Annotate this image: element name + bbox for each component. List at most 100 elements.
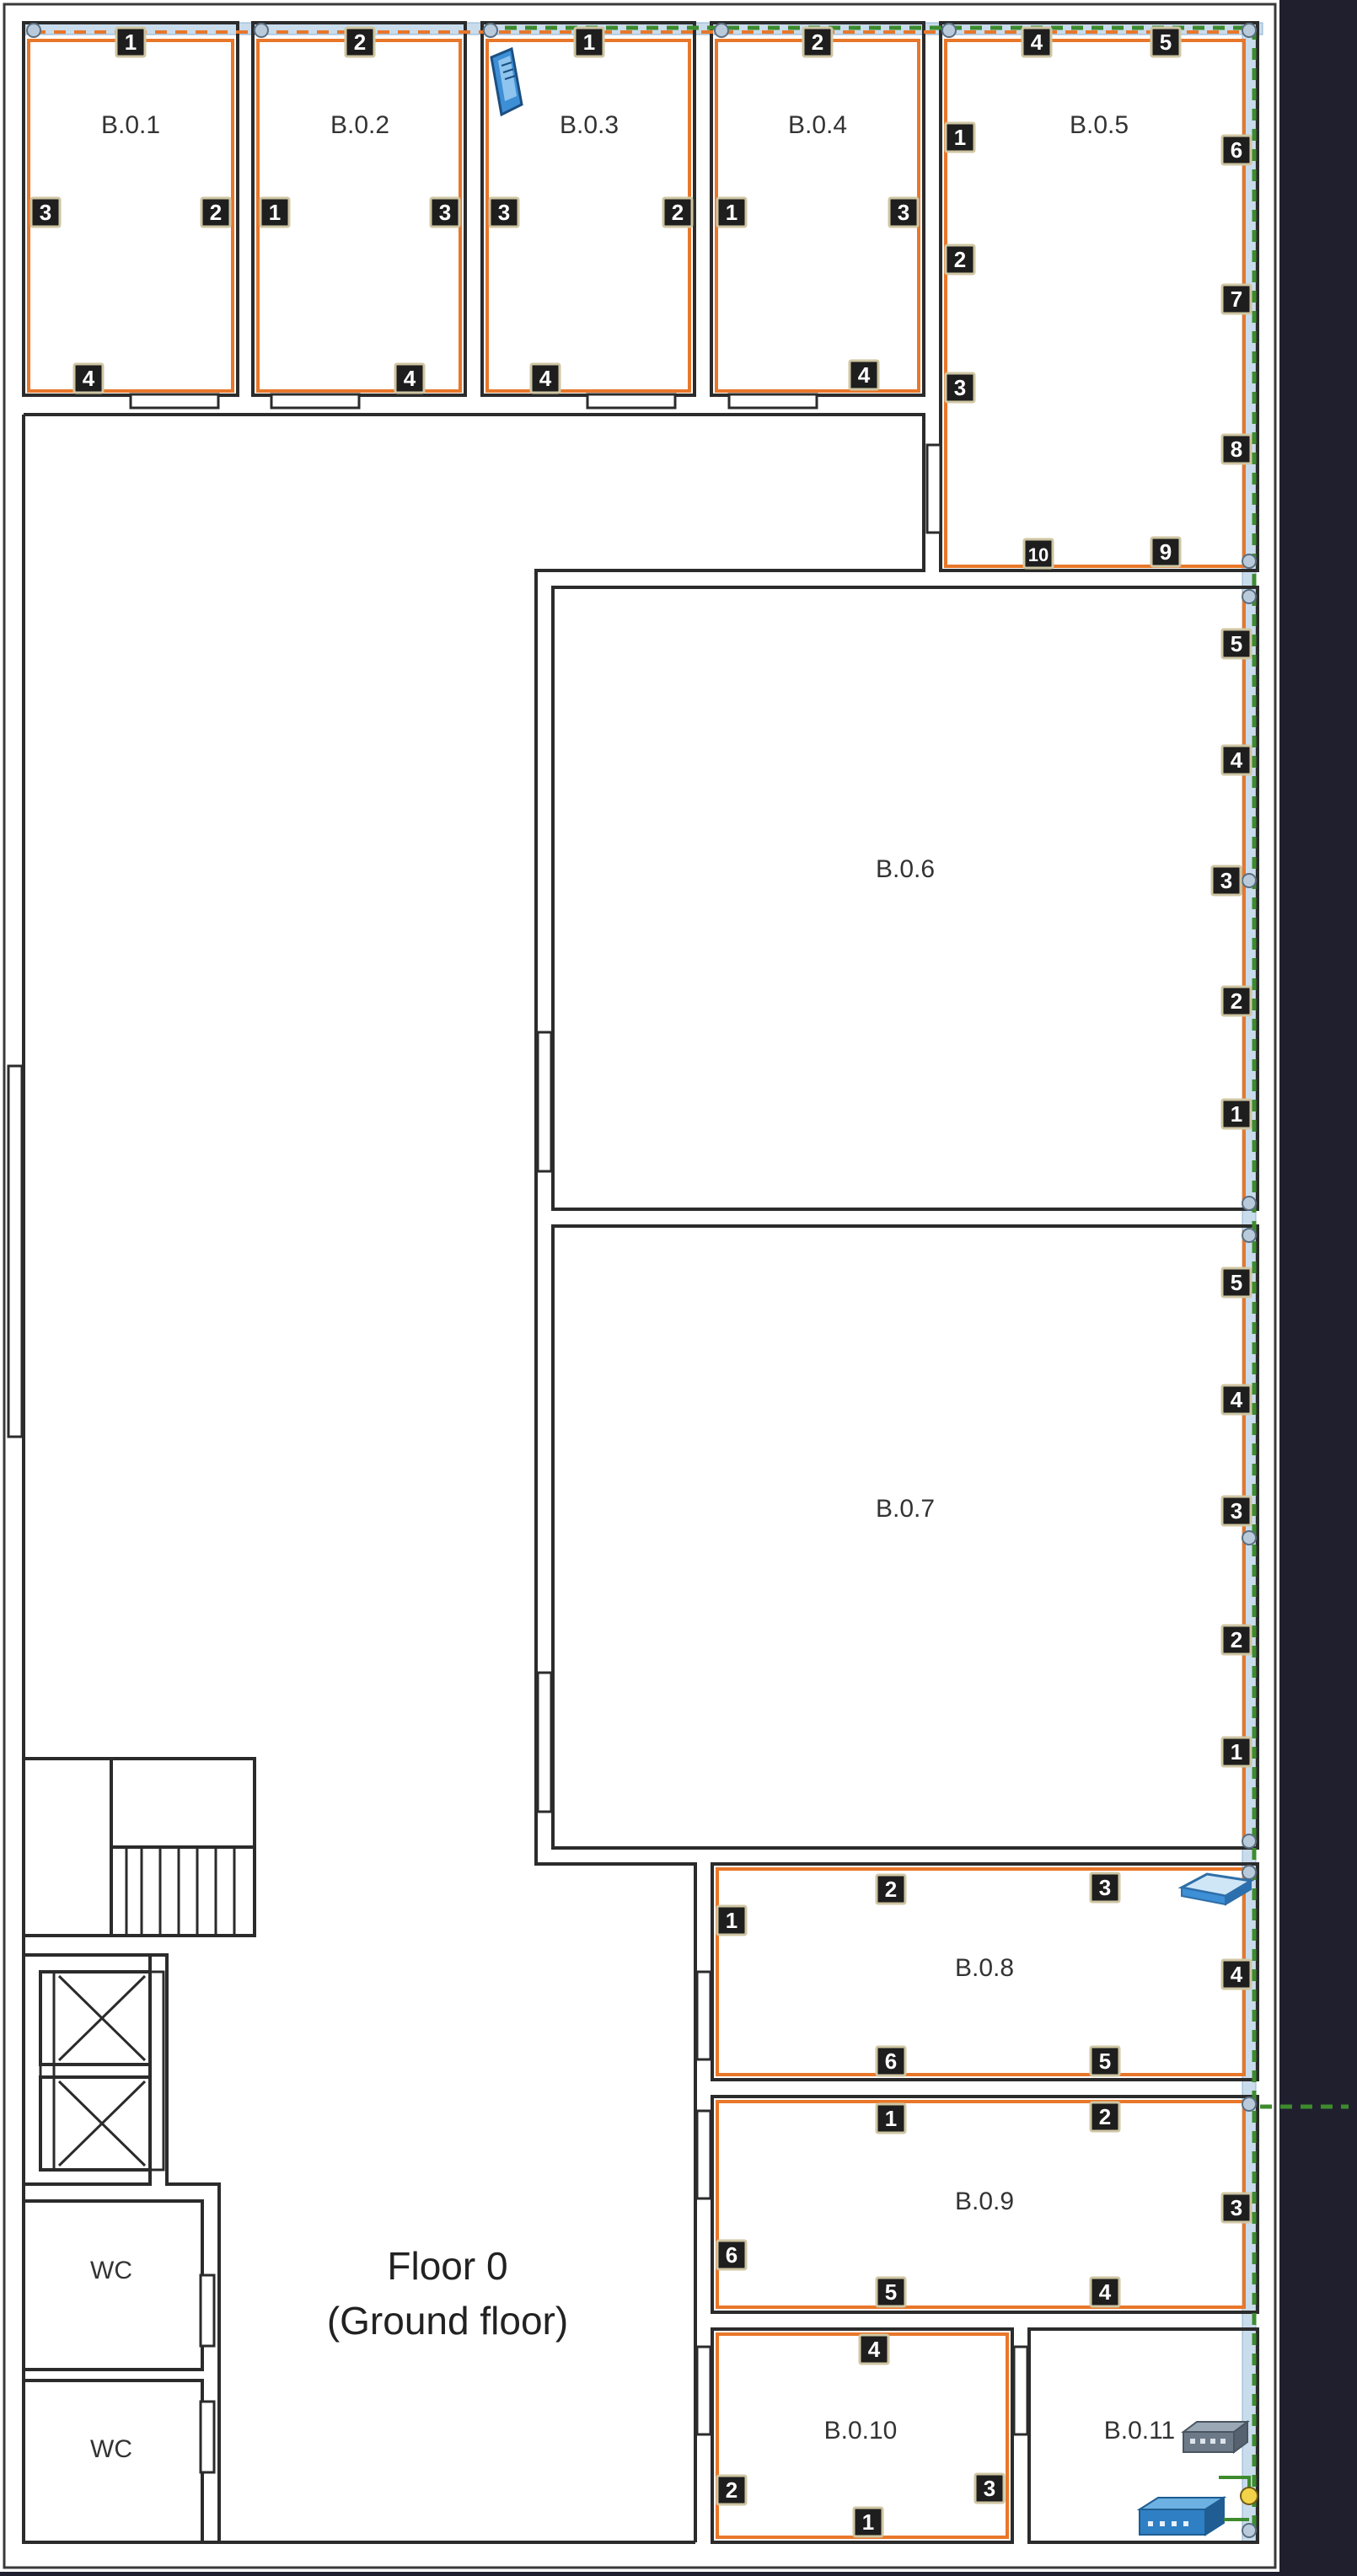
outlet-badge[interactable]: 4 bbox=[858, 2333, 890, 2365]
outlet-number: 2 bbox=[1231, 988, 1242, 1014]
outlet-number: 2 bbox=[672, 200, 684, 225]
outlet-number: 3 bbox=[439, 200, 451, 225]
wc-label-1: WC bbox=[90, 2257, 132, 2284]
outlet-badge[interactable]: 1 bbox=[115, 26, 147, 58]
outlet-badge[interactable]: 8 bbox=[1220, 433, 1252, 465]
outlet-badge[interactable]: 3 bbox=[1220, 1495, 1252, 1527]
room-label-b010: B.0.10 bbox=[824, 2417, 898, 2445]
floor-title-text: Floor 0 bbox=[387, 2244, 507, 2288]
outlet-badge[interactable]: 4 bbox=[848, 359, 880, 391]
outlet-badge[interactable]: 2 bbox=[875, 1873, 907, 1905]
outlet-badge[interactable]: 3 bbox=[1220, 2192, 1252, 2224]
outlet-badge[interactable]: 4 bbox=[529, 362, 561, 394]
switch-icon[interactable] bbox=[1181, 2420, 1250, 2454]
outlet-badge[interactable]: 4 bbox=[1021, 26, 1053, 58]
outlet-number: 6 bbox=[1231, 137, 1242, 163]
outlet-badge[interactable]: 3 bbox=[1210, 865, 1242, 897]
outlet-number: 7 bbox=[1231, 287, 1242, 312]
outlet-badge[interactable]: 2 bbox=[716, 2474, 748, 2506]
outlet-number: 2 bbox=[812, 29, 823, 55]
paper-background bbox=[0, 0, 1279, 2572]
outlet-badge[interactable]: 10 bbox=[1022, 538, 1054, 570]
outlet-number: 1 bbox=[726, 200, 738, 225]
outlet-badge[interactable]: 1 bbox=[944, 121, 976, 153]
outlet-badge[interactable]: 6 bbox=[716, 2239, 748, 2271]
outlet-number: 4 bbox=[404, 366, 416, 391]
outlet-badge[interactable]: 5 bbox=[1220, 628, 1252, 660]
outlet-badge[interactable]: 1 bbox=[1220, 1736, 1252, 1768]
outlet-number: 1 bbox=[885, 2106, 897, 2131]
outlet-badge[interactable]: 3 bbox=[888, 196, 920, 228]
outlet-badge[interactable]: 6 bbox=[1220, 134, 1252, 166]
outlet-badge[interactable]: 5 bbox=[1220, 1267, 1252, 1299]
room-label-b08: B.0.8 bbox=[955, 1954, 1014, 1982]
outlet-badge[interactable]: 1 bbox=[852, 2506, 884, 2538]
room-label-b05: B.0.5 bbox=[1070, 111, 1129, 139]
outlet-number: 3 bbox=[1099, 1875, 1111, 1900]
outlet-badge[interactable]: 6 bbox=[875, 2045, 907, 2077]
outlet-number: 4 bbox=[1231, 747, 1243, 773]
outlet-number: 1 bbox=[125, 29, 137, 55]
outlet-number: 3 bbox=[1231, 1498, 1242, 1524]
outlet-badge[interactable]: 3 bbox=[30, 196, 62, 228]
outlet-badge[interactable]: 4 bbox=[1220, 1384, 1252, 1416]
router-icon[interactable] bbox=[1136, 2496, 1227, 2536]
outlet-badge[interactable]: 1 bbox=[259, 196, 291, 228]
outlet-number: 4 bbox=[83, 366, 95, 391]
outlet-number: 2 bbox=[210, 200, 222, 225]
outlet-badge[interactable]: 2 bbox=[200, 196, 232, 228]
outlet-number: 5 bbox=[885, 2279, 897, 2305]
outlet-badge[interactable]: 1 bbox=[875, 2102, 907, 2134]
outlet-badge[interactable]: 4 bbox=[1220, 744, 1252, 776]
outlet-number: 3 bbox=[40, 200, 51, 225]
outlet-badge[interactable]: 5 bbox=[1150, 26, 1182, 58]
outlet-badge[interactable]: 4 bbox=[394, 362, 426, 394]
outlet-number: 5 bbox=[1160, 29, 1172, 55]
wc-label-2: WC bbox=[90, 2435, 132, 2463]
outlet-number: 5 bbox=[1099, 2048, 1111, 2074]
outlet-number: 6 bbox=[726, 2242, 738, 2268]
outlet-number: 10 bbox=[1028, 544, 1049, 565]
outlet-number: 2 bbox=[1099, 2104, 1111, 2129]
outlet-badge[interactable]: 9 bbox=[1150, 536, 1182, 568]
outlet-badge[interactable]: 2 bbox=[802, 26, 834, 58]
outlet-badge[interactable]: 5 bbox=[875, 2276, 907, 2308]
outlet-badge[interactable]: 1 bbox=[716, 1904, 748, 1936]
outlet-number: 3 bbox=[498, 200, 510, 225]
outlet-badge[interactable]: 2 bbox=[1220, 1624, 1252, 1656]
room-label-b01: B.0.1 bbox=[101, 111, 160, 139]
outlet-number: 1 bbox=[726, 1908, 738, 1933]
outlet-badge[interactable]: 2 bbox=[1220, 985, 1252, 1017]
outlet-badge[interactable]: 1 bbox=[573, 26, 605, 58]
outlet-number: 4 bbox=[858, 362, 871, 388]
outlet-badge[interactable]: 3 bbox=[944, 372, 976, 404]
outlet-number: 2 bbox=[885, 1877, 897, 1902]
outlet-badge[interactable]: 4 bbox=[72, 362, 105, 394]
outlet-badge[interactable]: 4 bbox=[1220, 1958, 1252, 1990]
outlet-badge[interactable]: 3 bbox=[974, 2472, 1006, 2504]
floor-plan: B.0.1 B.0.2 B.0.3 B.0.4 B.0.5 B.0.6 B.0.… bbox=[0, 0, 1357, 2572]
outlet-badge[interactable]: 1 bbox=[716, 196, 748, 228]
outlet-badge[interactable]: 2 bbox=[662, 196, 694, 228]
room-label-b03: B.0.3 bbox=[560, 111, 619, 139]
outlet-number: 3 bbox=[984, 2476, 995, 2501]
outlet-badge[interactable]: 7 bbox=[1220, 283, 1252, 315]
outlet-badge[interactable]: 3 bbox=[488, 196, 520, 228]
outlet-badge[interactable]: 2 bbox=[1089, 2101, 1121, 2133]
outlet-badge[interactable]: 3 bbox=[429, 196, 461, 228]
outlet-number: 5 bbox=[1231, 631, 1242, 656]
room-label-b02: B.0.2 bbox=[330, 111, 389, 139]
outlet-badge[interactable]: 5 bbox=[1089, 2045, 1121, 2077]
power-outlet-icon[interactable] bbox=[1240, 2487, 1258, 2505]
outlet-badge[interactable]: 4 bbox=[1089, 2276, 1121, 2308]
outlet-number: 1 bbox=[269, 200, 281, 225]
outlet-number: 2 bbox=[954, 247, 966, 272]
outlet-badge[interactable]: 3 bbox=[1089, 1872, 1121, 1904]
outlet-badge[interactable]: 1 bbox=[1220, 1098, 1252, 1130]
outlet-number: 3 bbox=[1220, 868, 1232, 893]
outlet-number: 1 bbox=[862, 2509, 874, 2535]
outlet-badge[interactable]: 2 bbox=[344, 26, 376, 58]
outlet-number: 4 bbox=[1231, 1387, 1243, 1412]
outlet-number: 3 bbox=[954, 375, 966, 400]
outlet-badge[interactable]: 2 bbox=[944, 244, 976, 276]
